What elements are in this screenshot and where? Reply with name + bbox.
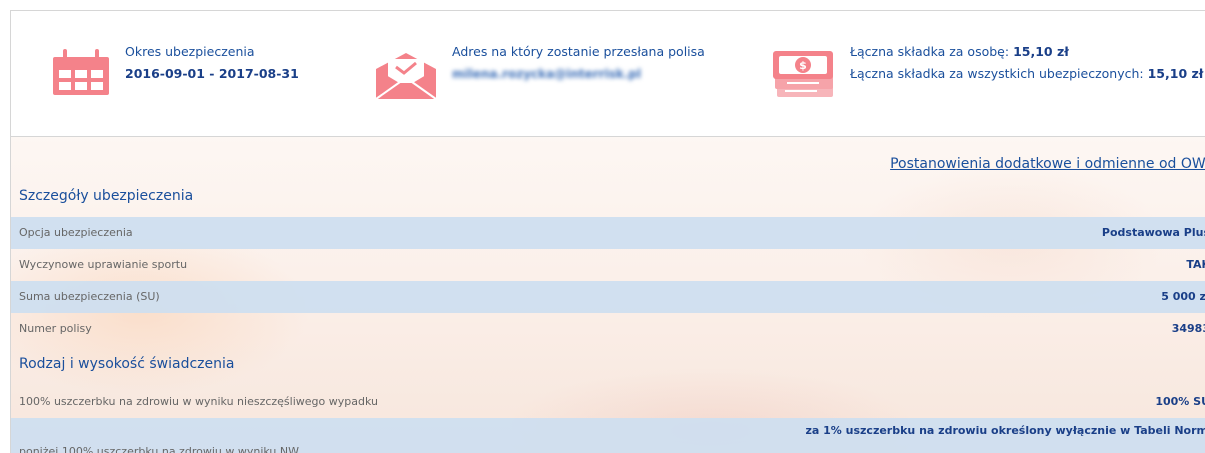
- row-label: Suma ubezpieczenia (SU): [19, 290, 160, 303]
- money-icon: $: [771, 47, 839, 107]
- row-label: Wyczynowe uprawianie sportu: [19, 258, 188, 271]
- table-row: Wyczynowe uprawianie sportu TAK: [11, 249, 1205, 281]
- row-value: 34983: [1171, 322, 1205, 335]
- row-label: 100% uszczerbku na zdrowiu w wyniku nies…: [19, 395, 378, 408]
- row-label: Numer polisy: [19, 322, 92, 335]
- row-value: za 1% uszczerbku na zdrowiu określony wy…: [805, 424, 1205, 437]
- additional-terms-link[interactable]: Postanowienia dodatkowe i odmienne od OW…: [890, 156, 1205, 172]
- premium-all-label: Łączna składka za wszystkich ubezpieczon…: [850, 66, 1144, 81]
- row-value: 5 000 zł: [1161, 290, 1205, 303]
- premium-all-value: 15,10 zł: [1147, 66, 1204, 81]
- row-value: 100% SU: [1155, 395, 1205, 408]
- row-label: Opcja ubezpieczenia: [19, 226, 133, 239]
- svg-text:$: $: [799, 59, 807, 72]
- table-row: Numer polisy 34983: [11, 313, 1205, 345]
- period-label: Okres ubezpieczenia: [125, 44, 255, 59]
- table-row: poniżej 100% uszczerbku na zdrowiu w wyn…: [11, 418, 1205, 453]
- details-section-title: Szczegóły ubezpieczenia: [19, 188, 194, 204]
- policy-summary-panel: Okres ubezpieczenia 2016-09-01 - 2017-08…: [10, 10, 1205, 453]
- premium-per-person-value: 15,10 zł: [1013, 44, 1069, 59]
- calendar-icon: [51, 47, 111, 101]
- summary-header: Okres ubezpieczenia 2016-09-01 - 2017-08…: [11, 11, 1205, 137]
- period-dates: 2016-09-01 - 2017-08-31: [125, 66, 299, 81]
- table-row: 100% uszczerbku na zdrowiu w wyniku nies…: [11, 386, 1205, 418]
- envelope-icon: [374, 51, 438, 105]
- address-label: Adres na który zostanie przesłana polisa: [452, 44, 705, 59]
- row-value: TAK: [1186, 258, 1205, 271]
- table-row: Suma ubezpieczenia (SU) 5 000 zł: [11, 281, 1205, 313]
- premium-per-person-label: Łączna składka za osobę:: [850, 44, 1010, 59]
- policy-email: milena.rozycka@interrisk.pl: [452, 67, 642, 81]
- table-row: Opcja ubezpieczenia Podstawowa Plus: [11, 217, 1205, 249]
- row-value: Podstawowa Plus: [1101, 226, 1205, 239]
- benefits-section-title: Rodzaj i wysokość świadczenia: [19, 356, 235, 372]
